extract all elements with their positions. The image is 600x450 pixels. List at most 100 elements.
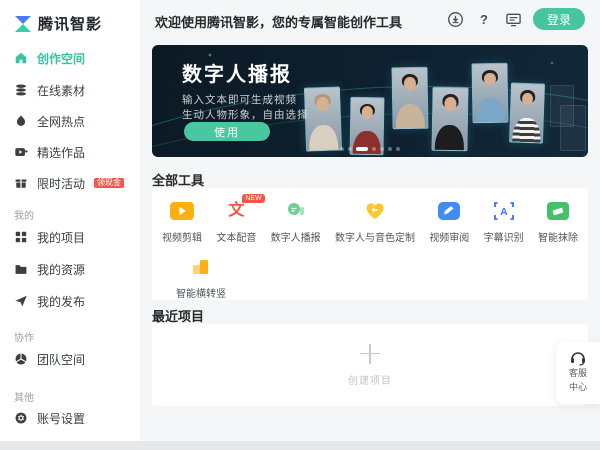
login-button[interactable]: 登录 bbox=[533, 8, 585, 30]
sidebar-item-trending[interactable]: 全网热点 bbox=[14, 112, 85, 130]
sidebar-item-my-resources[interactable]: 我的资源 bbox=[14, 260, 85, 278]
carousel-dot[interactable] bbox=[380, 147, 384, 151]
support-label-line1: 客服 bbox=[569, 368, 587, 380]
sidebar-item-account-settings[interactable]: 账号设置 bbox=[14, 409, 85, 427]
sidebar-item-label: 我的资源 bbox=[37, 261, 85, 278]
digital-human-card bbox=[509, 82, 545, 143]
sidebar-item-online-assets[interactable]: 在线素材 bbox=[14, 81, 85, 99]
recent-section-title: 最近项目 bbox=[152, 306, 204, 325]
tools-row-1: 视频剪辑 文 NEW 文本配音 数字人播报 bbox=[162, 200, 578, 244]
zhiying-logo-icon bbox=[14, 15, 32, 33]
carousel-dot[interactable] bbox=[396, 147, 400, 151]
headset-icon bbox=[569, 350, 587, 366]
smart-erase-icon bbox=[547, 200, 569, 222]
sidebar-item-label: 在线素材 bbox=[37, 82, 85, 99]
send-icon bbox=[14, 294, 28, 308]
tools-card: 视频剪辑 文 NEW 文本配音 数字人播报 bbox=[152, 188, 588, 300]
sidebar-item-label: 创作空间 bbox=[37, 50, 85, 67]
header-actions: ? 登录 bbox=[446, 8, 585, 30]
tool-label: 数字人播报 bbox=[271, 229, 321, 244]
tool-label: 智能横转竖 bbox=[176, 285, 226, 300]
grid-icon bbox=[14, 230, 28, 244]
banner-subtitle-2: 生动人物形象，自由选择 bbox=[182, 107, 309, 122]
plus-icon bbox=[360, 344, 380, 364]
ghost-portrait-frame bbox=[560, 105, 586, 151]
sidebar-item-my-projects[interactable]: 我的项目 bbox=[14, 228, 85, 246]
sidebar-item-team-space[interactable]: 团队空间 bbox=[14, 350, 85, 368]
sidebar-item-label: 团队空间 bbox=[37, 351, 85, 368]
sidebar-item-featured-works[interactable]: 精选作品 bbox=[14, 143, 85, 161]
home-icon bbox=[14, 51, 28, 65]
subtitle-recognition-icon: A bbox=[493, 200, 515, 222]
sidebar-item-label: 我的发布 bbox=[37, 293, 85, 310]
svg-text:A: A bbox=[500, 207, 507, 218]
feedback-icon[interactable] bbox=[504, 10, 522, 28]
welcome-message: 欢迎使用腾讯智影，您的专属智能创作工具 bbox=[155, 12, 402, 31]
support-label-line2: 中心 bbox=[569, 382, 587, 394]
carousel-dot[interactable] bbox=[340, 147, 344, 151]
tools-section-title: 全部工具 bbox=[152, 170, 204, 189]
sidebar-item-my-publications[interactable]: 我的发布 bbox=[14, 292, 85, 310]
carousel-dot-active[interactable] bbox=[356, 147, 368, 151]
client-download-icon[interactable] bbox=[446, 10, 464, 28]
tool-video-review[interactable]: 视频审阅 bbox=[429, 200, 469, 244]
tool-subtitle-recognition[interactable]: A 字幕识别 bbox=[484, 200, 524, 244]
tool-label: 文本配音 bbox=[216, 229, 256, 244]
tool-smart-erase[interactable]: 智能抹除 bbox=[538, 200, 578, 244]
gift-icon bbox=[14, 176, 28, 190]
brand-name: 腾讯智影 bbox=[38, 13, 102, 34]
gear-icon bbox=[14, 411, 28, 425]
digital-human-card bbox=[304, 86, 342, 151]
carousel-dots bbox=[340, 147, 400, 151]
app-root: 腾讯智影 创作空间 在线素材 全网热点 bbox=[0, 0, 600, 450]
support-center-widget[interactable]: 客服 中心 bbox=[556, 342, 600, 404]
tool-video-edit[interactable]: 视频剪辑 bbox=[162, 200, 202, 244]
tool-digital-human[interactable]: 数字人播报 bbox=[271, 200, 321, 244]
digital-human-card bbox=[431, 87, 468, 152]
video-edit-icon bbox=[170, 200, 194, 222]
sidebar-item-limited-activity[interactable]: 限时活动 领现金 bbox=[14, 174, 124, 192]
sidebar-item-label: 全网热点 bbox=[37, 113, 85, 130]
tool-label: 数字人与音色定制 bbox=[335, 229, 415, 244]
layers-icon bbox=[14, 83, 28, 97]
digital-human-icon bbox=[285, 200, 307, 222]
sidebar-item-label: 限时活动 bbox=[37, 175, 85, 192]
carousel-dot[interactable] bbox=[372, 147, 376, 151]
banner-title: 数字人播报 bbox=[182, 58, 292, 87]
sidebar-item-label: 精选作品 bbox=[37, 144, 85, 161]
horizontal-scrollbar[interactable] bbox=[0, 441, 600, 450]
carousel-dot[interactable] bbox=[388, 147, 392, 151]
tool-text-dub[interactable]: 文 NEW 文本配音 bbox=[216, 200, 256, 244]
tool-label: 智能抹除 bbox=[538, 229, 578, 244]
sidebar-item-label: 我的项目 bbox=[37, 229, 85, 246]
hero-banner[interactable]: 数字人播报 输入文本即可生成视频 生动人物形象，自由选择 使用 bbox=[152, 45, 588, 157]
digital-human-card bbox=[471, 63, 508, 124]
flame-icon bbox=[14, 114, 28, 128]
sidebar: 腾讯智影 创作空间 在线素材 全网热点 bbox=[0, 0, 140, 450]
banner-use-button[interactable]: 使用 bbox=[184, 122, 270, 141]
tool-voice-custom[interactable]: 数字人与音色定制 bbox=[335, 200, 415, 244]
banner-subtitle-1: 输入文本即可生成视频 bbox=[182, 92, 297, 107]
recent-projects-card: 创建项目 bbox=[152, 324, 588, 406]
folder-icon bbox=[14, 262, 28, 276]
tool-label: 视频审阅 bbox=[429, 229, 469, 244]
sidebar-item-creation-space[interactable]: 创作空间 bbox=[14, 49, 85, 67]
text-dub-icon: 文 NEW bbox=[228, 200, 244, 222]
sidebar-section-other: 其他 bbox=[14, 389, 34, 404]
team-icon bbox=[14, 352, 28, 366]
tool-horizontal-to-vertical[interactable]: 智能横转竖 bbox=[176, 256, 226, 300]
brand-logo[interactable]: 腾讯智影 bbox=[14, 13, 102, 34]
video-review-icon bbox=[438, 200, 460, 222]
tool-label: 视频剪辑 bbox=[162, 229, 202, 244]
carousel-dot[interactable] bbox=[348, 147, 352, 151]
media-icon bbox=[14, 145, 28, 159]
help-icon[interactable]: ? bbox=[475, 10, 493, 28]
sidebar-section-mine: 我的 bbox=[14, 207, 34, 222]
tools-row-2: 智能横转竖 bbox=[176, 256, 226, 300]
sidebar-section-collaboration: 协作 bbox=[14, 329, 34, 344]
create-project-button[interactable]: 创建项目 bbox=[152, 324, 588, 406]
tool-label: 字幕识别 bbox=[484, 229, 524, 244]
horizontal-to-vertical-icon bbox=[190, 256, 212, 278]
voice-custom-icon bbox=[365, 200, 385, 222]
tool-new-badge: NEW bbox=[242, 194, 264, 203]
